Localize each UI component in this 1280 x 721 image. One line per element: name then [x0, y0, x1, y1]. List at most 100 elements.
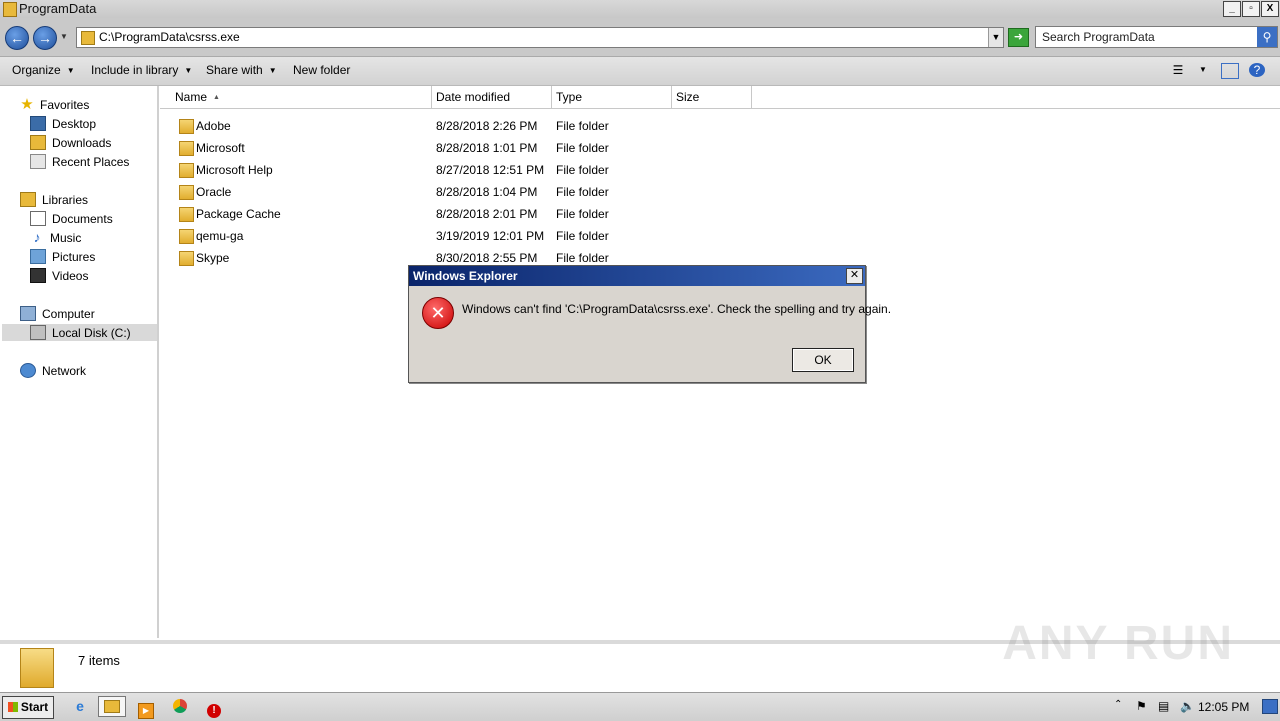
file-date: 3/19/2019 12:01 PM	[436, 229, 545, 243]
start-label: Start	[20, 700, 49, 714]
nav-favorites[interactable]: ★ Favorites	[20, 96, 89, 113]
nav-downloads[interactable]: Downloads	[30, 134, 111, 151]
file-name: Adobe	[196, 119, 231, 133]
folder-icon	[179, 207, 194, 222]
folder-icon	[179, 185, 194, 200]
column-header-row: Name ▲ Date modified Type Size	[160, 86, 1280, 109]
play-icon: ▶	[138, 703, 154, 719]
clock[interactable]: 12:05 PM	[1198, 700, 1249, 714]
dialog-close-button[interactable]: ✕	[846, 268, 863, 284]
dialog-message: Windows can't find 'C:\ProgramData\csrss…	[462, 302, 892, 316]
file-row[interactable]: Microsoft 8/28/2018 1:01 PM File folder	[160, 137, 860, 159]
nav-videos-label: Videos	[52, 268, 89, 283]
share-with-label: Share with	[206, 63, 263, 77]
volume-icon[interactable]: 🔈	[1180, 699, 1195, 713]
share-with-button[interactable]: Share with ▼	[206, 63, 277, 77]
address-path[interactable]: C:\ProgramData\csrss.exe	[99, 30, 240, 44]
column-type[interactable]: Type	[552, 86, 672, 108]
star-icon: ★	[20, 96, 34, 113]
view-options-icon[interactable]: ☰	[1170, 63, 1186, 77]
start-button[interactable]: Start	[2, 696, 54, 719]
column-size[interactable]: Size	[672, 86, 752, 108]
error-icon: ✕	[422, 297, 454, 329]
help-icon[interactable]: ?	[1249, 63, 1265, 77]
nav-pictures[interactable]: Pictures	[30, 248, 95, 265]
nav-libraries[interactable]: Libraries	[20, 191, 88, 208]
nav-local-disk[interactable]: Local Disk (C:)	[2, 324, 157, 341]
column-name[interactable]: Name ▲	[171, 86, 432, 108]
documents-icon	[30, 211, 46, 226]
new-folder-button[interactable]: New folder	[293, 63, 350, 77]
forward-button[interactable]: →	[33, 26, 57, 50]
taskbar: Start e ▶ ! ⌃ ⚑ ▤ 🔈 12:05 PM	[0, 692, 1280, 721]
column-name-label: Name	[175, 90, 208, 104]
nav-desktop-label: Desktop	[52, 116, 97, 131]
file-name: Oracle	[196, 185, 232, 199]
show-desktop-icon[interactable]	[1262, 699, 1278, 714]
windows-logo-icon	[7, 702, 18, 712]
item-count: 7 items	[78, 653, 120, 668]
file-date: 8/28/2018 2:26 PM	[436, 119, 538, 133]
file-name: Skype	[196, 251, 230, 265]
file-row[interactable]: Oracle 8/28/2018 1:04 PM File folder	[160, 181, 860, 203]
details-pane: 7 items ANY RUN	[0, 617, 1280, 694]
folder-icon	[179, 163, 194, 178]
show-hidden-icons-icon[interactable]: ⌃	[1114, 699, 1122, 710]
internet-explorer-icon[interactable]: e	[66, 696, 94, 717]
organize-button[interactable]: Organize ▼	[12, 63, 75, 77]
sort-ascending-icon: ▲	[213, 94, 220, 101]
dialog-title: Windows Explorer	[413, 269, 518, 283]
error-dialog: Windows Explorer ✕ ✕ Windows can't find …	[408, 265, 891, 383]
network-icon	[20, 363, 36, 378]
recent-pages-dropdown-icon[interactable]: ▼	[60, 32, 68, 41]
chevron-down-icon[interactable]: ▼	[1195, 63, 1211, 77]
nav-videos[interactable]: Videos	[30, 267, 88, 284]
nav-documents-label: Documents	[52, 211, 113, 226]
ok-button[interactable]: OK	[792, 348, 854, 372]
minimize-button[interactable]: _	[1223, 1, 1241, 17]
nav-computer[interactable]: Computer	[20, 305, 95, 322]
downloads-folder-icon	[30, 135, 46, 150]
back-button[interactable]: ←	[5, 26, 29, 50]
chevron-down-icon: ▼	[184, 66, 193, 75]
nav-music[interactable]: ♪ Music	[30, 229, 82, 246]
nav-documents[interactable]: Documents	[30, 210, 113, 227]
file-type: File folder	[556, 119, 609, 133]
chrome-icon[interactable]	[166, 696, 194, 717]
recent-places-icon	[30, 154, 46, 169]
taskbar-explorer-button[interactable]	[98, 696, 126, 717]
pictures-icon	[30, 249, 46, 264]
file-date: 8/28/2018 1:04 PM	[436, 185, 538, 199]
network-status-icon[interactable]: ▤	[1158, 699, 1169, 713]
action-center-flag-icon[interactable]: ⚑	[1136, 699, 1147, 713]
nav-downloads-label: Downloads	[52, 135, 112, 150]
address-dropdown-icon[interactable]: ▼	[988, 28, 1003, 47]
nav-pictures-label: Pictures	[52, 249, 96, 264]
nav-recent-places-label: Recent Places	[52, 154, 130, 169]
file-date: 8/30/2018 2:55 PM	[436, 251, 538, 265]
include-in-library-button[interactable]: Include in library ▼	[91, 63, 192, 77]
folder-icon	[179, 141, 194, 156]
search-input[interactable]: Search ProgramData ⚲	[1035, 26, 1278, 48]
column-date-modified[interactable]: Date modified	[432, 86, 552, 108]
file-row[interactable]: Microsoft Help 8/27/2018 12:51 PM File fol…	[160, 159, 860, 181]
close-button[interactable]: X	[1261, 1, 1279, 17]
file-row[interactable]: qemu-ga 3/19/2019 12:01 PM File folder	[160, 225, 860, 247]
search-placeholder: Search ProgramData	[1042, 30, 1155, 44]
nav-network[interactable]: Network	[20, 362, 86, 379]
dialog-title-bar: Windows Explorer ✕	[409, 266, 865, 286]
maximize-button[interactable]: ▫	[1242, 1, 1260, 17]
media-player-icon[interactable]: ▶	[132, 696, 160, 719]
go-arrow-button[interactable]: ➜	[1008, 28, 1029, 47]
preview-pane-icon[interactable]	[1221, 63, 1239, 79]
nav-recent-places[interactable]: Recent Places	[30, 153, 129, 170]
security-alert-icon[interactable]: !	[200, 696, 228, 718]
nav-desktop[interactable]: Desktop	[30, 115, 96, 132]
address-bar[interactable]: C:\ProgramData\csrss.exe ▼	[76, 27, 1004, 48]
file-type: File folder	[556, 251, 609, 265]
file-date: 8/27/2018 12:51 PM	[436, 163, 545, 177]
folder-icon	[179, 251, 194, 266]
file-row[interactable]: Package Cache 8/28/2018 2:01 PM File folde…	[160, 203, 860, 225]
search-icon[interactable]: ⚲	[1257, 27, 1277, 47]
file-row[interactable]: Adobe 8/28/2018 2:26 PM File folder	[160, 115, 860, 137]
